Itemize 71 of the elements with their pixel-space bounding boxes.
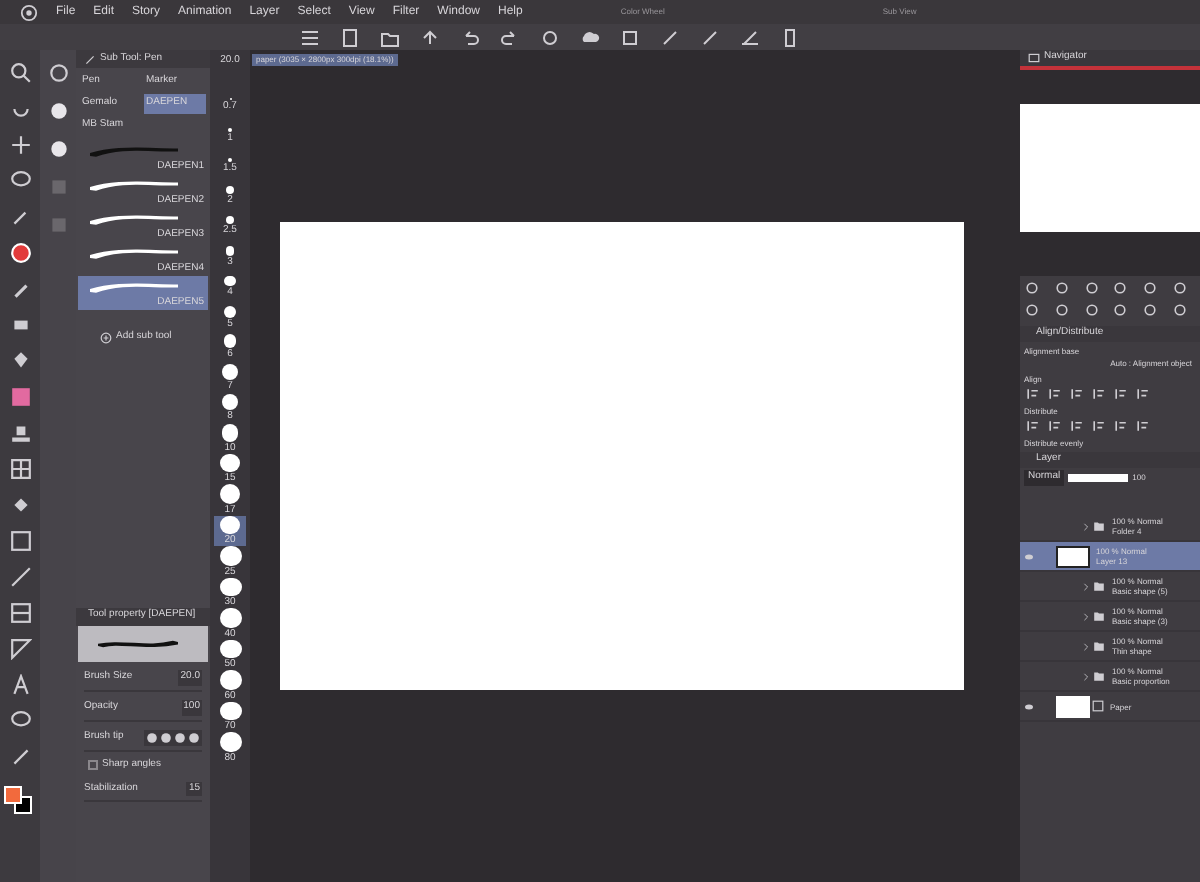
opacity-slider[interactable] [1068,474,1129,482]
align-icon[interactable] [1068,386,1086,402]
panel-icon[interactable] [9,602,31,624]
brush-stroke-icon [90,278,178,294]
upload-icon[interactable] [420,27,440,47]
circle-icon[interactable] [1053,280,1070,296]
app-logo-icon[interactable] [20,3,38,21]
align-icon[interactable] [1068,418,1086,434]
add-icon[interactable] [100,331,112,344]
align-icon[interactable] [1046,418,1064,434]
chevron-icon[interactable] [1082,581,1090,591]
folder-icon [1092,670,1106,682]
circle-icon[interactable] [1053,302,1070,318]
circle-icon[interactable] [1024,280,1040,296]
circle-icon[interactable] [1172,280,1189,296]
align-icon[interactable] [1090,418,1108,434]
brush-stroke-icon [90,142,178,158]
lasso-icon[interactable] [9,170,31,192]
circle-icon[interactable] [1083,280,1100,296]
stamp-icon[interactable] [9,422,31,444]
square-icon[interactable] [9,530,31,552]
line-icon[interactable] [9,566,31,588]
undo-icon[interactable] [460,27,480,47]
circle-icon[interactable] [1112,302,1129,318]
cloud-icon[interactable] [580,27,600,47]
folder-icon [1092,580,1106,592]
chevron-icon[interactable] [1082,671,1090,681]
brush-tip-icon[interactable] [47,100,69,122]
align-icon[interactable] [1090,386,1108,402]
redo-icon[interactable] [500,27,520,47]
eye-icon[interactable] [1022,701,1036,711]
align-icon[interactable] [1112,386,1130,402]
align-icon[interactable] [1046,386,1064,402]
brush-tip-icon[interactable] [47,138,69,160]
frame-icon[interactable] [620,27,640,47]
gradient-icon[interactable] [9,386,31,408]
brush-stroke-icon [90,244,178,260]
layer-thumbnail [1056,545,1090,567]
navigator-icon [1028,52,1040,64]
folder-icon [1092,520,1106,532]
align-icon[interactable] [1134,386,1152,402]
brush-stroke-icon [90,210,178,226]
chevron-icon[interactable] [1082,611,1090,621]
text-icon[interactable] [9,674,31,696]
grid-icon[interactable] [9,458,31,480]
circle-icon[interactable] [47,62,69,84]
speech-bubble-icon[interactable] [9,710,31,732]
align-icon[interactable] [1024,386,1042,402]
triangle-icon[interactable] [9,638,31,660]
circle-icon[interactable] [1083,302,1100,318]
circle-icon[interactable] [1172,302,1189,318]
align-icon[interactable] [1112,418,1130,434]
align-icon[interactable] [1134,418,1152,434]
checkbox[interactable] [88,759,98,770]
circle-icon[interactable] [1142,302,1159,318]
magnifier-icon[interactable] [9,62,31,84]
folder-icon [1092,610,1106,622]
main-color-swatch[interactable] [4,786,22,804]
circle-icon[interactable] [1142,280,1159,296]
folder-icon[interactable] [380,27,400,47]
circle-icon[interactable] [1112,280,1129,296]
chevron-icon[interactable] [1082,641,1090,651]
align-icon[interactable] [1024,418,1042,434]
chevron-icon[interactable] [1082,521,1090,531]
circle-icon[interactable] [1024,302,1040,318]
move-icon[interactable] [9,134,31,156]
paper-icon [1092,700,1104,712]
folder-icon [1092,640,1106,652]
menu-icon[interactable] [300,27,320,47]
layer-thumbnail [1056,695,1090,717]
brush-stroke-icon [90,176,178,192]
